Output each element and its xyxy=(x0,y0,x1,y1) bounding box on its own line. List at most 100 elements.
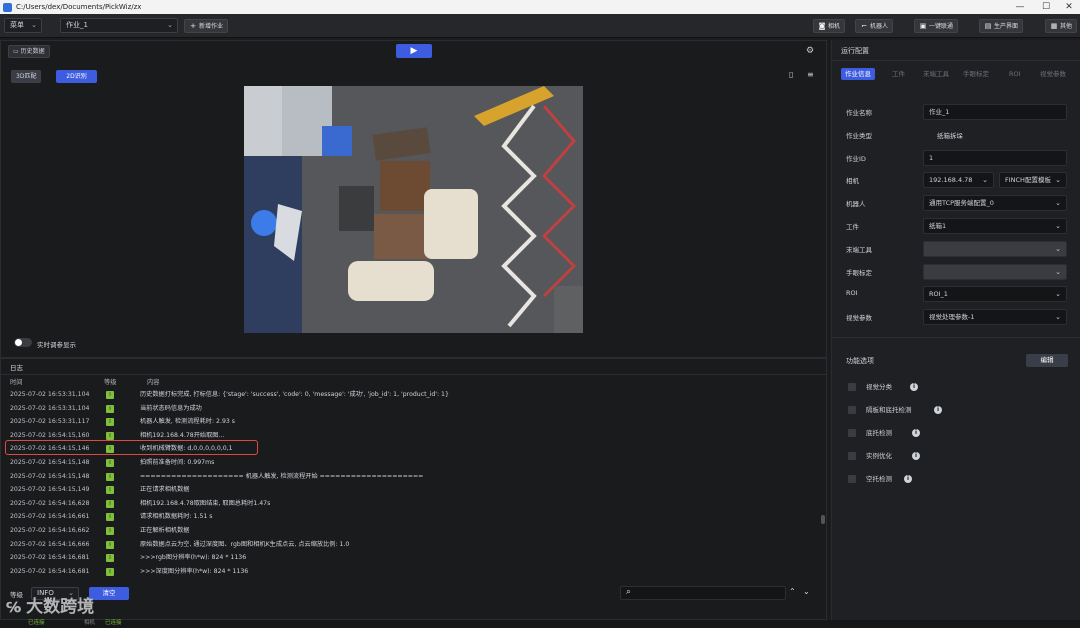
field-input[interactable]: 1 xyxy=(923,149,1067,166)
info-icon[interactable]: i xyxy=(912,429,920,437)
log-time: 2025-07-02 16:54:16,681 xyxy=(10,567,90,575)
edit-button[interactable]: 编辑 xyxy=(1026,354,1068,367)
info-icon[interactable]: i xyxy=(912,452,920,460)
option-checkbox[interactable] xyxy=(848,452,856,460)
tab-1[interactable]: 工件 xyxy=(892,68,905,80)
option-row[interactable]: 空托检测 i xyxy=(848,473,968,485)
chevron-down-icon: ⌄ xyxy=(982,176,988,185)
up-arrow-icon[interactable]: ⌃ xyxy=(789,587,796,596)
divider xyxy=(832,60,1080,61)
log-time: 2025-07-02 16:54:16,661 xyxy=(10,513,90,521)
log-message: 当前状态码信息为成功 xyxy=(140,404,202,412)
field-value: 纸箱拆垛 xyxy=(937,131,963,140)
log-message: 机器人触发, 检测流程耗时: 2.93 s xyxy=(140,418,236,426)
log-message: 请求相机数据耗时: 1.51 s xyxy=(140,513,213,521)
camera-template-select[interactable]: FINCH配置模板 ⌄ xyxy=(999,172,1067,189)
option-checkbox[interactable] xyxy=(848,383,856,391)
log-time: 2025-07-02 16:53:31,104 xyxy=(10,404,90,412)
camera-select[interactable]: 192.168.4.78 ⌄ xyxy=(923,172,994,189)
field-row: ROI ROI_1 ⌄ xyxy=(846,286,1068,303)
app-icon xyxy=(3,2,12,12)
option-row[interactable]: 隔板和底托检测 i xyxy=(848,404,968,416)
chevron-down-icon: ⌄ xyxy=(1055,313,1061,322)
log-row: 2025-07-02 16:53:31,104 I 当前状态码信息为成功 xyxy=(1,402,819,416)
field-select[interactable]: ⌄ xyxy=(923,240,1067,257)
title-bar: C:/Users/dex/Documents/PickWiz/zx — ☐ ✕ xyxy=(0,0,1080,14)
field-select[interactable]: 视觉处理参数-1 ⌄ xyxy=(923,309,1067,326)
tab-5[interactable]: 视觉参数 xyxy=(1040,68,1066,80)
run-config-title: 运行配置 xyxy=(841,47,869,55)
scrollbar-thumb[interactable] xyxy=(821,515,825,524)
log-row: 2025-07-02 16:54:15,148 I 拍照前准备时间: 0.997ms xyxy=(1,456,819,470)
tab-2[interactable]: 末端工具 xyxy=(923,68,949,80)
copy-icon[interactable]: ▯ xyxy=(789,70,793,79)
log-row: 2025-07-02 16:54:16,681 I >>>深度图分辨率(h*w): … xyxy=(1,565,819,579)
field-select[interactable]: ROI_1 ⌄ xyxy=(923,286,1067,303)
other-button[interactable]: ▦ 其他 xyxy=(1045,19,1078,33)
chevron-down-icon: ⌄ xyxy=(1055,244,1061,253)
field-row: 末端工具 ⌄ xyxy=(846,240,1068,257)
watermark-mark: ℅ xyxy=(6,600,27,616)
level-badge: I xyxy=(106,459,114,467)
option-checkbox[interactable] xyxy=(848,475,856,483)
menu-icon[interactable]: ≡ xyxy=(807,70,814,79)
link-icon: ▣ xyxy=(919,22,927,30)
log-time: 2025-07-02 16:54:16,666 xyxy=(10,540,90,548)
field-label: 作业类型 xyxy=(846,131,872,140)
info-icon[interactable]: i xyxy=(910,383,918,391)
log-message: 拍照前准备时间: 0.997ms xyxy=(140,459,215,466)
log-message: 正在解析相机数据 xyxy=(140,527,190,534)
history-data-button[interactable]: ▭ 历史数据 xyxy=(8,45,50,58)
menu-dropdown[interactable]: 菜单 ⌄ xyxy=(4,18,42,33)
folder-icon: ▭ xyxy=(13,48,21,55)
minimize-button[interactable]: — xyxy=(1006,0,1034,14)
mode-2d-button[interactable]: 2D识别 xyxy=(56,70,97,83)
field-label: 作业ID xyxy=(846,154,866,163)
play-icon: ▶ xyxy=(410,46,418,56)
tab-0[interactable]: 作业信息 xyxy=(841,68,875,80)
mode-3d-button[interactable]: 3D匹配 xyxy=(11,70,42,83)
field-select[interactable]: 通用TCP服务端配置_0 ⌄ xyxy=(923,195,1067,212)
option-row[interactable]: 实例优化 i xyxy=(848,450,968,462)
camera-button[interactable]: ◙ 相机 xyxy=(813,19,846,33)
toolbar: 菜单 ⌄ 作业_1 ⌄ + 新增作业 ◙ 相机 ⌐ 机器人 ▣ 一键联通 ▤ 生产界面 ▦ 其他 xyxy=(0,14,1080,38)
option-checkbox[interactable] xyxy=(848,429,856,437)
chevron-down-icon: ⌄ xyxy=(31,21,37,29)
log-search-input[interactable]: ⌕ xyxy=(620,586,786,600)
field-row: 机器人 通用TCP服务端配置_0 ⌄ xyxy=(846,195,1068,212)
col-level: 等级 xyxy=(104,379,117,386)
job-select[interactable]: 作业_1 ⌄ xyxy=(60,18,178,33)
info-icon[interactable]: i xyxy=(934,406,942,414)
level-badge: I xyxy=(106,513,114,522)
status-camera: 相机 xyxy=(84,620,96,626)
chevron-down-icon: ⌄ xyxy=(1055,222,1061,230)
field-row: 工件 纸箱1 ⌄ xyxy=(846,218,1068,234)
realtime-toggle-label: 实时调参显示 xyxy=(37,341,76,349)
log-row: 2025-07-02 16:54:16,661 I 请求相机数据耗时: 1.51 s xyxy=(1,510,819,524)
log-row: 2025-07-02 16:53:31,104 I 历史数据打标完成, 打标信息: … xyxy=(1,388,819,402)
field-select[interactable]: ⌄ xyxy=(923,263,1067,280)
realtime-toggle[interactable] xyxy=(14,338,32,347)
level-badge: I xyxy=(106,404,114,413)
close-button[interactable]: ✕ xyxy=(1055,0,1080,14)
field-input[interactable]: 作业_1 xyxy=(923,104,1067,120)
production-button[interactable]: ▤ 生产界面 xyxy=(979,19,1024,33)
camera-scene xyxy=(244,86,583,333)
run-button[interactable]: ▶ xyxy=(396,44,432,58)
info-icon[interactable]: i xyxy=(904,475,912,483)
robot-button[interactable]: ⌐ 机器人 xyxy=(855,19,894,33)
option-checkbox[interactable] xyxy=(848,406,856,414)
field-label: 手眼标定 xyxy=(846,268,872,277)
option-row[interactable]: 视觉分类 i xyxy=(848,381,968,393)
field-row: 作业名称 作业_1 xyxy=(846,104,1068,120)
watermark-logo: ℅ 大数跨境 xyxy=(6,597,95,617)
tab-3[interactable]: 手眼标定 xyxy=(963,68,989,80)
tab-4[interactable]: ROI xyxy=(1009,68,1021,80)
new-job-button[interactable]: + 新增作业 xyxy=(184,19,229,33)
field-select[interactable]: 纸箱1 ⌄ xyxy=(923,218,1067,234)
one-click-button[interactable]: ▣ 一键联通 xyxy=(914,19,959,33)
down-arrow-icon[interactable]: ⌄ xyxy=(803,587,810,596)
settings-sliders-icon[interactable]: ⚙ xyxy=(806,46,814,56)
option-row[interactable]: 底托检测 i xyxy=(848,427,968,439)
clear-button[interactable]: 清空 xyxy=(89,587,129,600)
